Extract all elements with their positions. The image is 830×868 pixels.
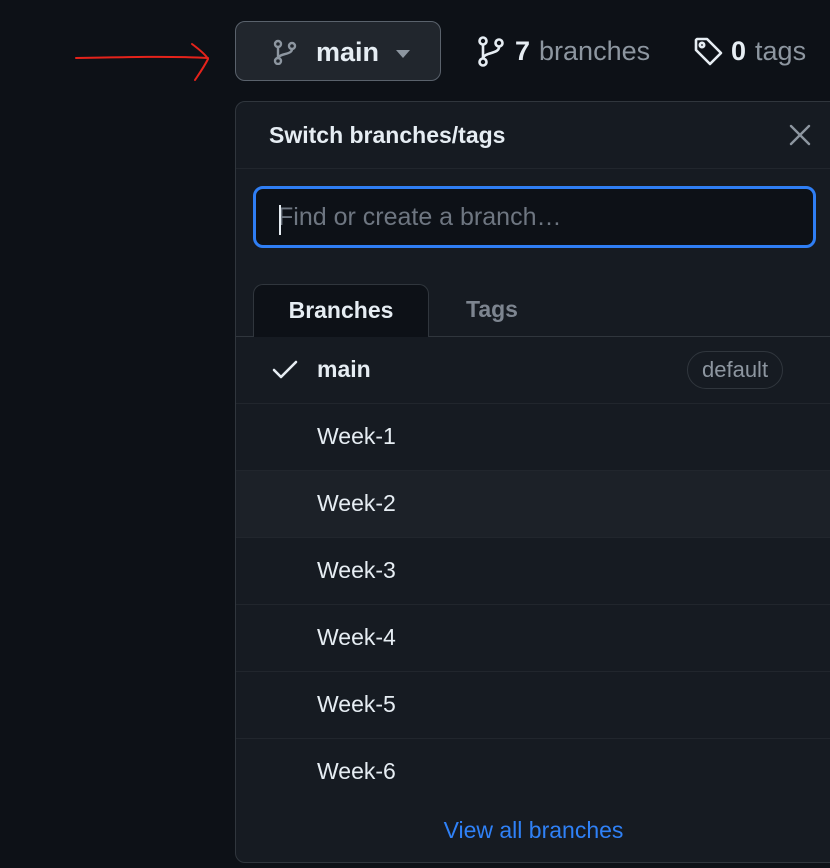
branches-count: 7 bbox=[515, 35, 531, 66]
view-all-branches-link[interactable]: View all branches bbox=[236, 817, 830, 844]
dropdown-header: Switch branches/tags bbox=[236, 102, 830, 169]
tags-label: tags bbox=[755, 35, 807, 66]
text-cursor bbox=[279, 205, 281, 235]
tag-icon bbox=[694, 37, 723, 66]
branch-tag-tabs: Branches Tags bbox=[236, 266, 830, 337]
git-branch-icon bbox=[478, 36, 504, 67]
branches-count-link[interactable]: 7 branches bbox=[477, 33, 650, 69]
current-branch-label: main bbox=[316, 37, 380, 67]
tags-count-link[interactable]: 0 tags bbox=[693, 33, 806, 69]
branch-name: Week-4 bbox=[317, 624, 396, 650]
branch-item-week-1[interactable]: Week-1 bbox=[236, 404, 830, 471]
branch-switcher-dropdown: Switch branches/tags Branches Tags main … bbox=[235, 101, 830, 863]
branch-name: Week-3 bbox=[317, 557, 396, 583]
filter-area bbox=[236, 168, 830, 267]
branch-item-week-2[interactable]: Week-2 bbox=[236, 471, 830, 538]
check-icon bbox=[272, 360, 298, 379]
branch-name: Week-2 bbox=[317, 490, 396, 516]
page: main 7 branches 0 tags ▁▁▁▁ ▁▁ ▁ ▁▁▁▁▁▁▁… bbox=[0, 0, 830, 868]
triangle-down-icon bbox=[396, 50, 410, 58]
branch-item-week-6[interactable]: Week-6 bbox=[236, 739, 830, 805]
branch-item-week-5[interactable]: Week-5 bbox=[236, 672, 830, 739]
annotation-arrow bbox=[75, 43, 210, 81]
branch-select-button[interactable]: main bbox=[235, 21, 441, 81]
git-branch-icon bbox=[273, 39, 297, 65]
branch-search-input[interactable] bbox=[253, 186, 816, 248]
x-icon[interactable] bbox=[789, 124, 811, 146]
branches-label: branches bbox=[539, 35, 651, 66]
branch-name: Week-1 bbox=[317, 423, 396, 449]
default-badge: default bbox=[687, 351, 784, 389]
tags-count: 0 bbox=[731, 35, 747, 66]
branch-item-week-3[interactable]: Week-3 bbox=[236, 538, 830, 605]
branch-item-week-4[interactable]: Week-4 bbox=[236, 605, 830, 672]
branch-item-main[interactable]: main default bbox=[236, 337, 830, 404]
branch-name: Week-5 bbox=[317, 691, 396, 717]
dropdown-title: Switch branches/tags bbox=[269, 122, 506, 148]
tab-branches[interactable]: Branches bbox=[253, 284, 429, 337]
branch-list: main default Week-1 Week-2 Week-3 Week-4… bbox=[236, 337, 830, 805]
branch-name: Week-6 bbox=[317, 758, 396, 784]
branch-name: main bbox=[317, 356, 371, 382]
tab-tags[interactable]: Tags bbox=[444, 284, 540, 337]
